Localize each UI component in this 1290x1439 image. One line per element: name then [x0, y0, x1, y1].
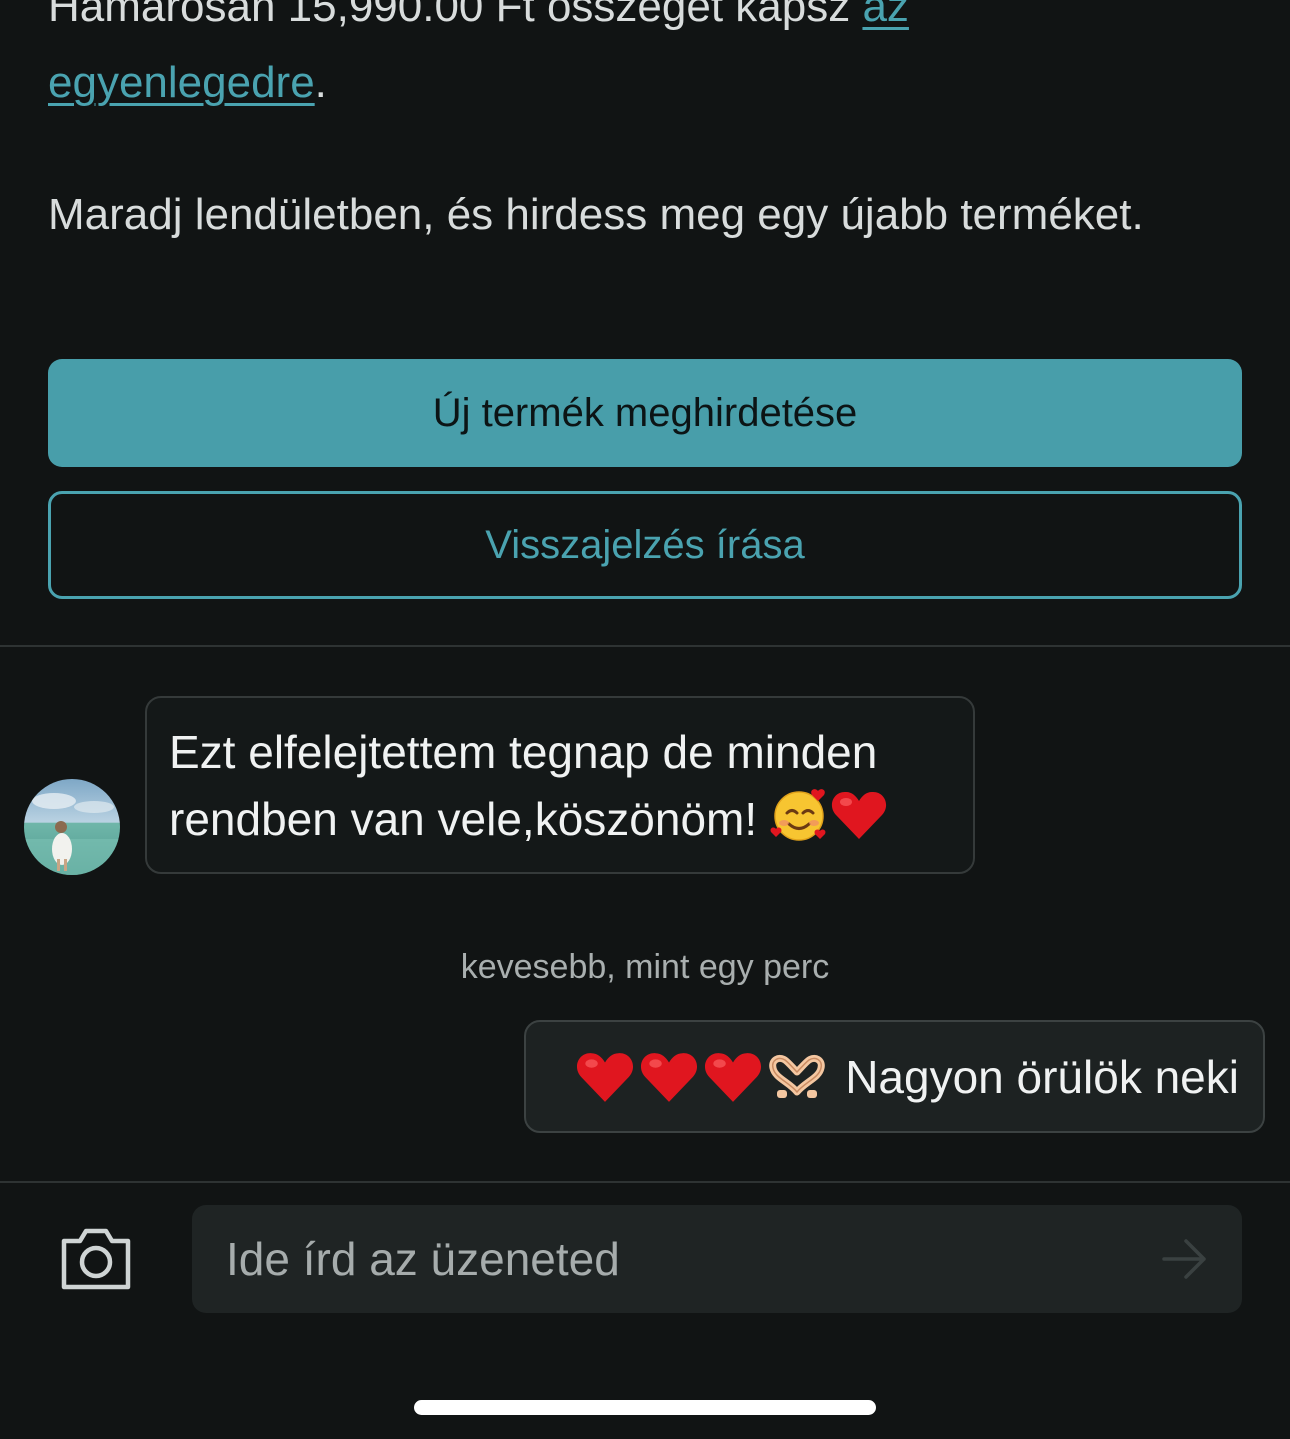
heart-hands-icon	[769, 1054, 825, 1098]
camera-button[interactable]	[58, 1225, 134, 1293]
incoming-message: Ezt elfelejtettem tegnap de minden rendb…	[145, 696, 975, 874]
send-button[interactable]	[1160, 1235, 1210, 1283]
chat-screen: Hamarosan 15,990.00 Ft összeget kapsz az…	[0, 0, 1290, 1439]
payout-notice-period: .	[314, 58, 327, 107]
write-feedback-button[interactable]: Visszajelzés írása	[48, 491, 1242, 599]
message-timestamp: kevesebb, mint egy perc	[460, 948, 830, 986]
motivation-text: Maradj lendületben, és hirdess meg egy ú…	[48, 190, 1144, 239]
red-heart-icon	[830, 787, 888, 860]
composer-divider	[0, 1181, 1290, 1183]
red-heart-icon	[577, 1052, 634, 1102]
message-composer	[192, 1205, 1242, 1313]
outgoing-message-text: Nagyon örülök neki	[845, 1050, 1239, 1103]
outgoing-emoji-row	[575, 1048, 827, 1106]
payout-notice-text: Hamarosan 15,990.00 Ft összeget kapsz	[48, 0, 863, 31]
arrow-right-icon	[1162, 1239, 1206, 1279]
avatar-photo	[24, 779, 120, 875]
payout-notice: Hamarosan 15,990.00 Ft összeget kapsz az	[48, 0, 909, 40]
home-indicator[interactable]	[414, 1400, 876, 1415]
outgoing-message: Nagyon örülök neki	[524, 1020, 1265, 1133]
message-input[interactable]	[226, 1205, 1126, 1313]
balance-link[interactable]: egyenlegedre	[48, 58, 315, 107]
balance-link-part1[interactable]: az	[862, 0, 908, 31]
section-divider	[0, 645, 1290, 647]
smiling-face-with-hearts-icon	[770, 785, 830, 860]
red-heart-icon	[705, 1052, 762, 1102]
new-listing-button[interactable]: Új termék meghirdetése	[48, 359, 1242, 467]
camera-icon	[61, 1228, 131, 1290]
avatar[interactable]	[24, 779, 120, 875]
payout-notice-continued: egyenlegedre.	[48, 50, 327, 116]
red-heart-icon	[641, 1052, 698, 1102]
